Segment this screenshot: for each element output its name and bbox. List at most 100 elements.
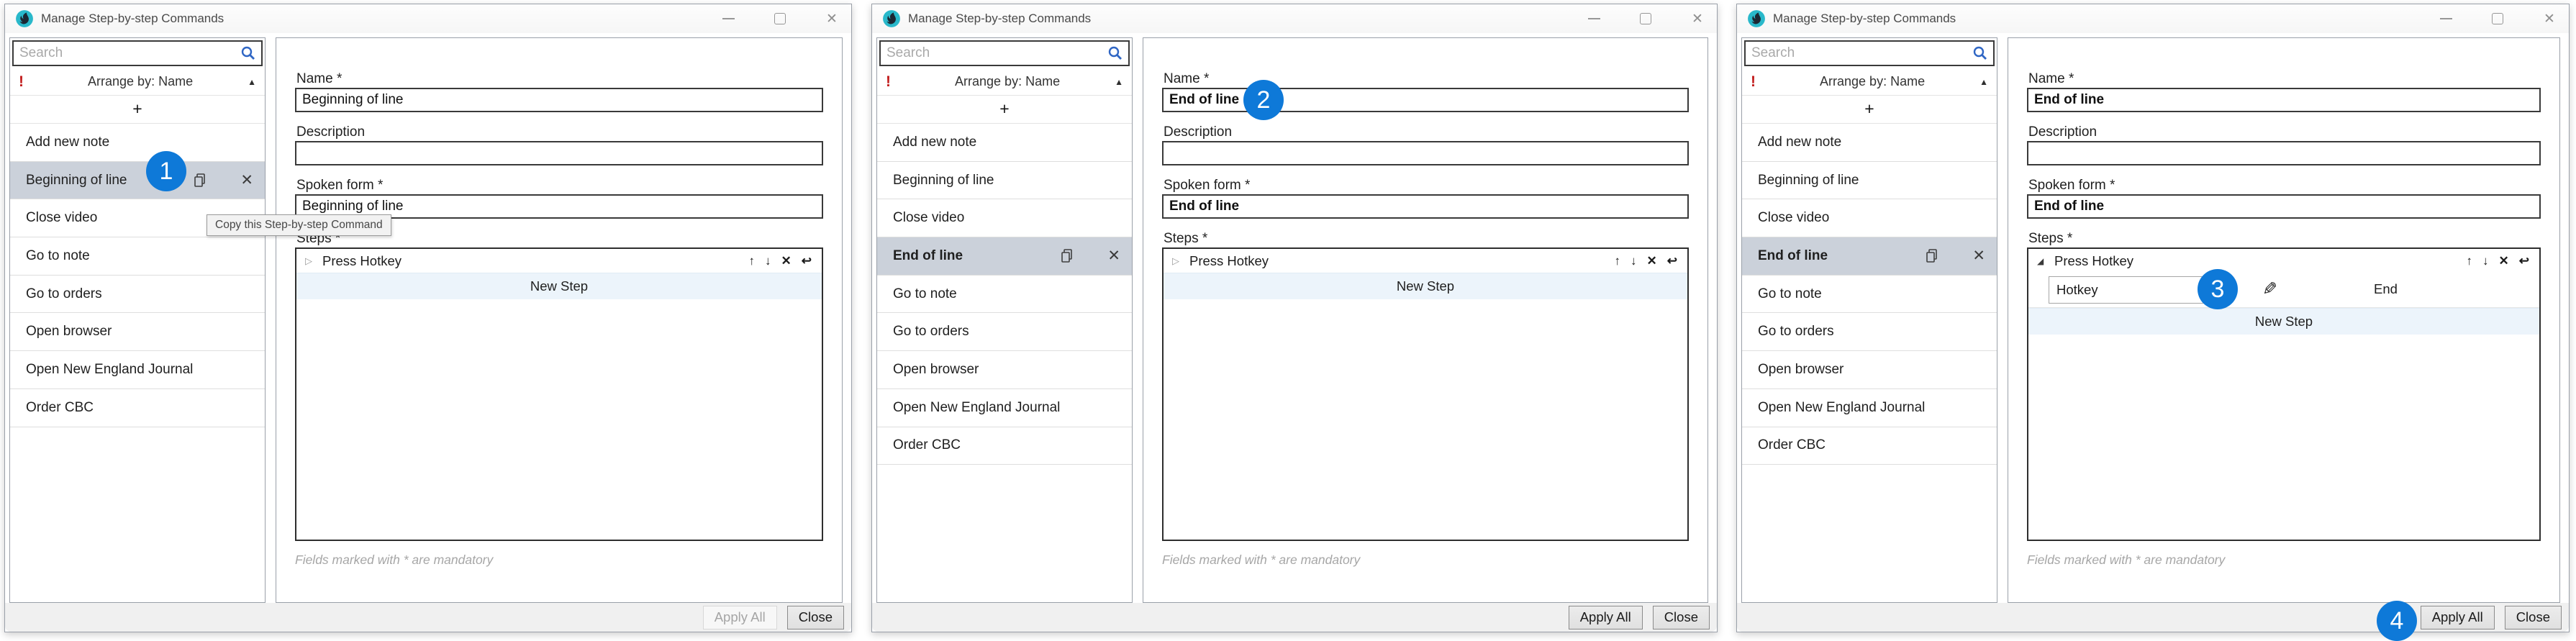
- list-item[interactable]: Close video: [877, 199, 1132, 237]
- list-item[interactable]: Open New England Journal: [1742, 389, 1997, 427]
- description-input[interactable]: [295, 141, 823, 165]
- undo-step-icon[interactable]: ↩: [1667, 255, 1677, 267]
- hotkey-field[interactable]: Hotkey: [2049, 276, 2216, 304]
- minimize-button[interactable]: [1586, 11, 1602, 27]
- list-item[interactable]: Close video: [1742, 199, 1997, 237]
- list-item[interactable]: Go to orders: [1742, 313, 1997, 351]
- minimize-button[interactable]: [2438, 11, 2454, 27]
- move-step-down-icon[interactable]: ↓: [2482, 255, 2489, 267]
- list-item[interactable]: Go to note: [877, 276, 1132, 314]
- maximize-button[interactable]: [2490, 11, 2505, 27]
- list-item-label: Go to orders: [26, 286, 102, 302]
- copy-command-icon[interactable]: [1058, 247, 1076, 265]
- list-item-label: Open browser: [26, 324, 112, 340]
- expander-collapsed-icon[interactable]: ▷: [305, 255, 322, 267]
- arrange-by-header[interactable]: ! Arrange by: Name ▲: [877, 68, 1132, 96]
- list-item[interactable]: Go to orders: [10, 276, 265, 314]
- delete-step-icon[interactable]: ✕: [781, 255, 792, 267]
- expander-collapsed-icon[interactable]: ▷: [1172, 255, 1189, 267]
- list-item-label: Go to orders: [1758, 324, 1834, 340]
- list-item[interactable]: Open browser: [1742, 351, 1997, 389]
- close-window-button[interactable]: ✕: [824, 11, 840, 27]
- undo-step-icon[interactable]: ↩: [802, 255, 812, 267]
- spoken-form-input[interactable]: [2027, 194, 2541, 219]
- add-command-button[interactable]: +: [10, 96, 265, 124]
- close-button[interactable]: Close: [2505, 606, 2562, 629]
- description-input[interactable]: [1162, 141, 1689, 165]
- list-item[interactable]: Go to orders: [877, 313, 1132, 351]
- arrange-by-header[interactable]: ! Arrange by: Name ▲: [1742, 68, 1997, 96]
- list-item-label: Open browser: [1758, 362, 1843, 378]
- steps-label: Steps *: [1164, 232, 1689, 246]
- close-window-button[interactable]: ✕: [2541, 11, 2557, 27]
- description-input[interactable]: [2027, 141, 2541, 165]
- list-item[interactable]: Go to note: [10, 237, 265, 276]
- list-item-selected[interactable]: End of line ✕: [877, 237, 1132, 276]
- list-item[interactable]: Add new note: [10, 124, 265, 162]
- move-step-up-icon[interactable]: ↑: [2467, 255, 2473, 267]
- search-input[interactable]: [14, 45, 240, 61]
- new-step-button[interactable]: New Step: [1164, 273, 1687, 299]
- list-item[interactable]: Order CBC: [877, 427, 1132, 465]
- command-list: Add new note Beginning of line ✕ Close v…: [10, 124, 265, 427]
- move-step-up-icon[interactable]: ↑: [1615, 255, 1621, 267]
- list-item[interactable]: Add new note: [877, 124, 1132, 162]
- steps-box: ▷ Press Hotkey ↑ ↓ ✕ ↩ New Step: [295, 247, 823, 541]
- close-button[interactable]: Close: [1653, 606, 1710, 629]
- list-item[interactable]: Open New England Journal: [877, 389, 1132, 427]
- delete-step-icon[interactable]: ✕: [1647, 255, 1657, 267]
- close-window-button[interactable]: ✕: [1690, 11, 1705, 27]
- undo-step-icon[interactable]: ↩: [2519, 255, 2529, 267]
- search-box: [879, 40, 1130, 66]
- apply-all-button[interactable]: Apply All: [1569, 606, 1643, 629]
- move-step-down-icon[interactable]: ↓: [1631, 255, 1637, 267]
- maximize-button[interactable]: [772, 11, 788, 27]
- name-input[interactable]: [295, 88, 823, 112]
- new-step-button[interactable]: New Step: [2028, 308, 2539, 335]
- list-item-selected[interactable]: End of line ✕: [1742, 237, 1997, 276]
- apply-all-button[interactable]: Apply All: [2421, 606, 2495, 629]
- close-button[interactable]: Close: [787, 606, 844, 629]
- list-item[interactable]: Open browser: [10, 313, 265, 351]
- delete-command-icon[interactable]: ✕: [1972, 248, 1985, 263]
- list-item[interactable]: Order CBC: [10, 389, 265, 427]
- search-input[interactable]: [881, 45, 1107, 61]
- list-item-label: Open New England Journal: [893, 400, 1060, 416]
- name-input[interactable]: [1162, 88, 1689, 112]
- add-command-button[interactable]: +: [1742, 96, 1997, 124]
- maximize-button[interactable]: [1638, 11, 1654, 27]
- command-list: Add new note Beginning of line Close vid…: [877, 124, 1132, 465]
- delete-command-icon[interactable]: ✕: [1107, 248, 1120, 263]
- move-step-up-icon[interactable]: ↑: [749, 255, 756, 267]
- list-item[interactable]: Order CBC: [1742, 427, 1997, 465]
- copy-command-icon[interactable]: [191, 172, 209, 189]
- list-item[interactable]: Open browser: [877, 351, 1132, 389]
- expander-expanded-icon[interactable]: ◢: [2037, 256, 2054, 266]
- spoken-form-input[interactable]: [1162, 194, 1689, 219]
- step-title[interactable]: Press Hotkey: [2054, 253, 2133, 269]
- list-item[interactable]: Go to note: [1742, 276, 1997, 314]
- command-list-panel: ! Arrange by: Name ▲ + Add new note Begi…: [1741, 37, 1997, 603]
- arrange-by-header[interactable]: ! Arrange by: Name ▲: [10, 68, 265, 96]
- step-title[interactable]: Press Hotkey: [322, 253, 402, 269]
- delete-command-icon[interactable]: ✕: [240, 173, 253, 188]
- steps-label: Steps *: [2028, 232, 2541, 246]
- search-input[interactable]: [1746, 45, 1972, 61]
- edit-pencil-icon[interactable]: ✎: [2262, 278, 2277, 300]
- list-item-label: Open browser: [893, 362, 979, 378]
- list-item[interactable]: Beginning of line: [877, 162, 1132, 200]
- list-item[interactable]: Beginning of line: [1742, 162, 1997, 200]
- list-item[interactable]: Add new note: [1742, 124, 1997, 162]
- new-step-button[interactable]: New Step: [296, 273, 822, 299]
- add-command-button[interactable]: +: [877, 96, 1132, 124]
- apply-all-button[interactable]: Apply All: [703, 606, 777, 629]
- delete-step-icon[interactable]: ✕: [2499, 255, 2509, 267]
- minimize-button[interactable]: [720, 11, 736, 27]
- list-item-selected[interactable]: Beginning of line ✕: [10, 162, 265, 200]
- name-input[interactable]: [2027, 88, 2541, 112]
- copy-command-icon[interactable]: [1923, 247, 1941, 265]
- step-title[interactable]: Press Hotkey: [1189, 253, 1269, 269]
- move-step-down-icon[interactable]: ↓: [765, 255, 771, 267]
- mandatory-fields-note: Fields marked with * are mandatory: [295, 553, 823, 568]
- list-item[interactable]: Open New England Journal: [10, 351, 265, 389]
